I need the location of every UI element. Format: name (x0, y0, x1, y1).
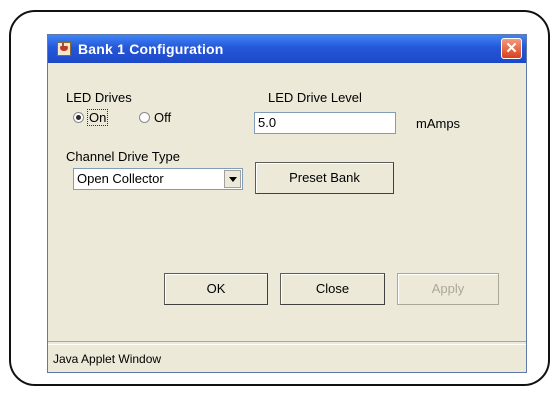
led-drives-off-label: Off (154, 110, 172, 125)
status-separator (48, 341, 526, 345)
channel-drive-type-value: Open Collector (77, 171, 164, 186)
channel-drive-type-select[interactable]: Open Collector (73, 168, 243, 190)
ok-button[interactable]: OK (164, 273, 268, 305)
dialog-content: LED Drives On Off LED Drive Level 5.0 mA… (48, 63, 526, 372)
applet-status-text: Java Applet Window (53, 352, 162, 366)
led-drive-level-label: LED Drive Level (268, 90, 362, 105)
close-button[interactable]: Close (280, 273, 385, 305)
led-drive-level-unit: mAmps (416, 116, 461, 131)
channel-drive-type-label: Channel Drive Type (66, 149, 180, 164)
close-icon[interactable]: ✕ (501, 38, 522, 59)
led-drives-label: LED Drives (66, 90, 132, 105)
led-drives-on-label: On (86, 109, 109, 126)
led-drives-off-radio[interactable]: Off (139, 110, 171, 125)
led-drives-on-radio[interactable]: On (73, 109, 109, 126)
title-bar[interactable]: Bank 1 Configuration ✕ (48, 35, 526, 63)
java-applet-icon (57, 42, 71, 56)
chevron-down-icon[interactable] (224, 170, 241, 188)
led-drive-level-input[interactable]: 5.0 (254, 112, 396, 134)
radio-on-indicator[interactable] (73, 112, 84, 123)
radio-off-indicator[interactable] (139, 112, 150, 123)
window-title: Bank 1 Configuration (78, 41, 224, 57)
preset-bank-button[interactable]: Preset Bank (255, 162, 394, 194)
dialog-window: Bank 1 Configuration ✕ LED Drives On Off… (47, 34, 527, 373)
apply-button: Apply (397, 273, 499, 305)
